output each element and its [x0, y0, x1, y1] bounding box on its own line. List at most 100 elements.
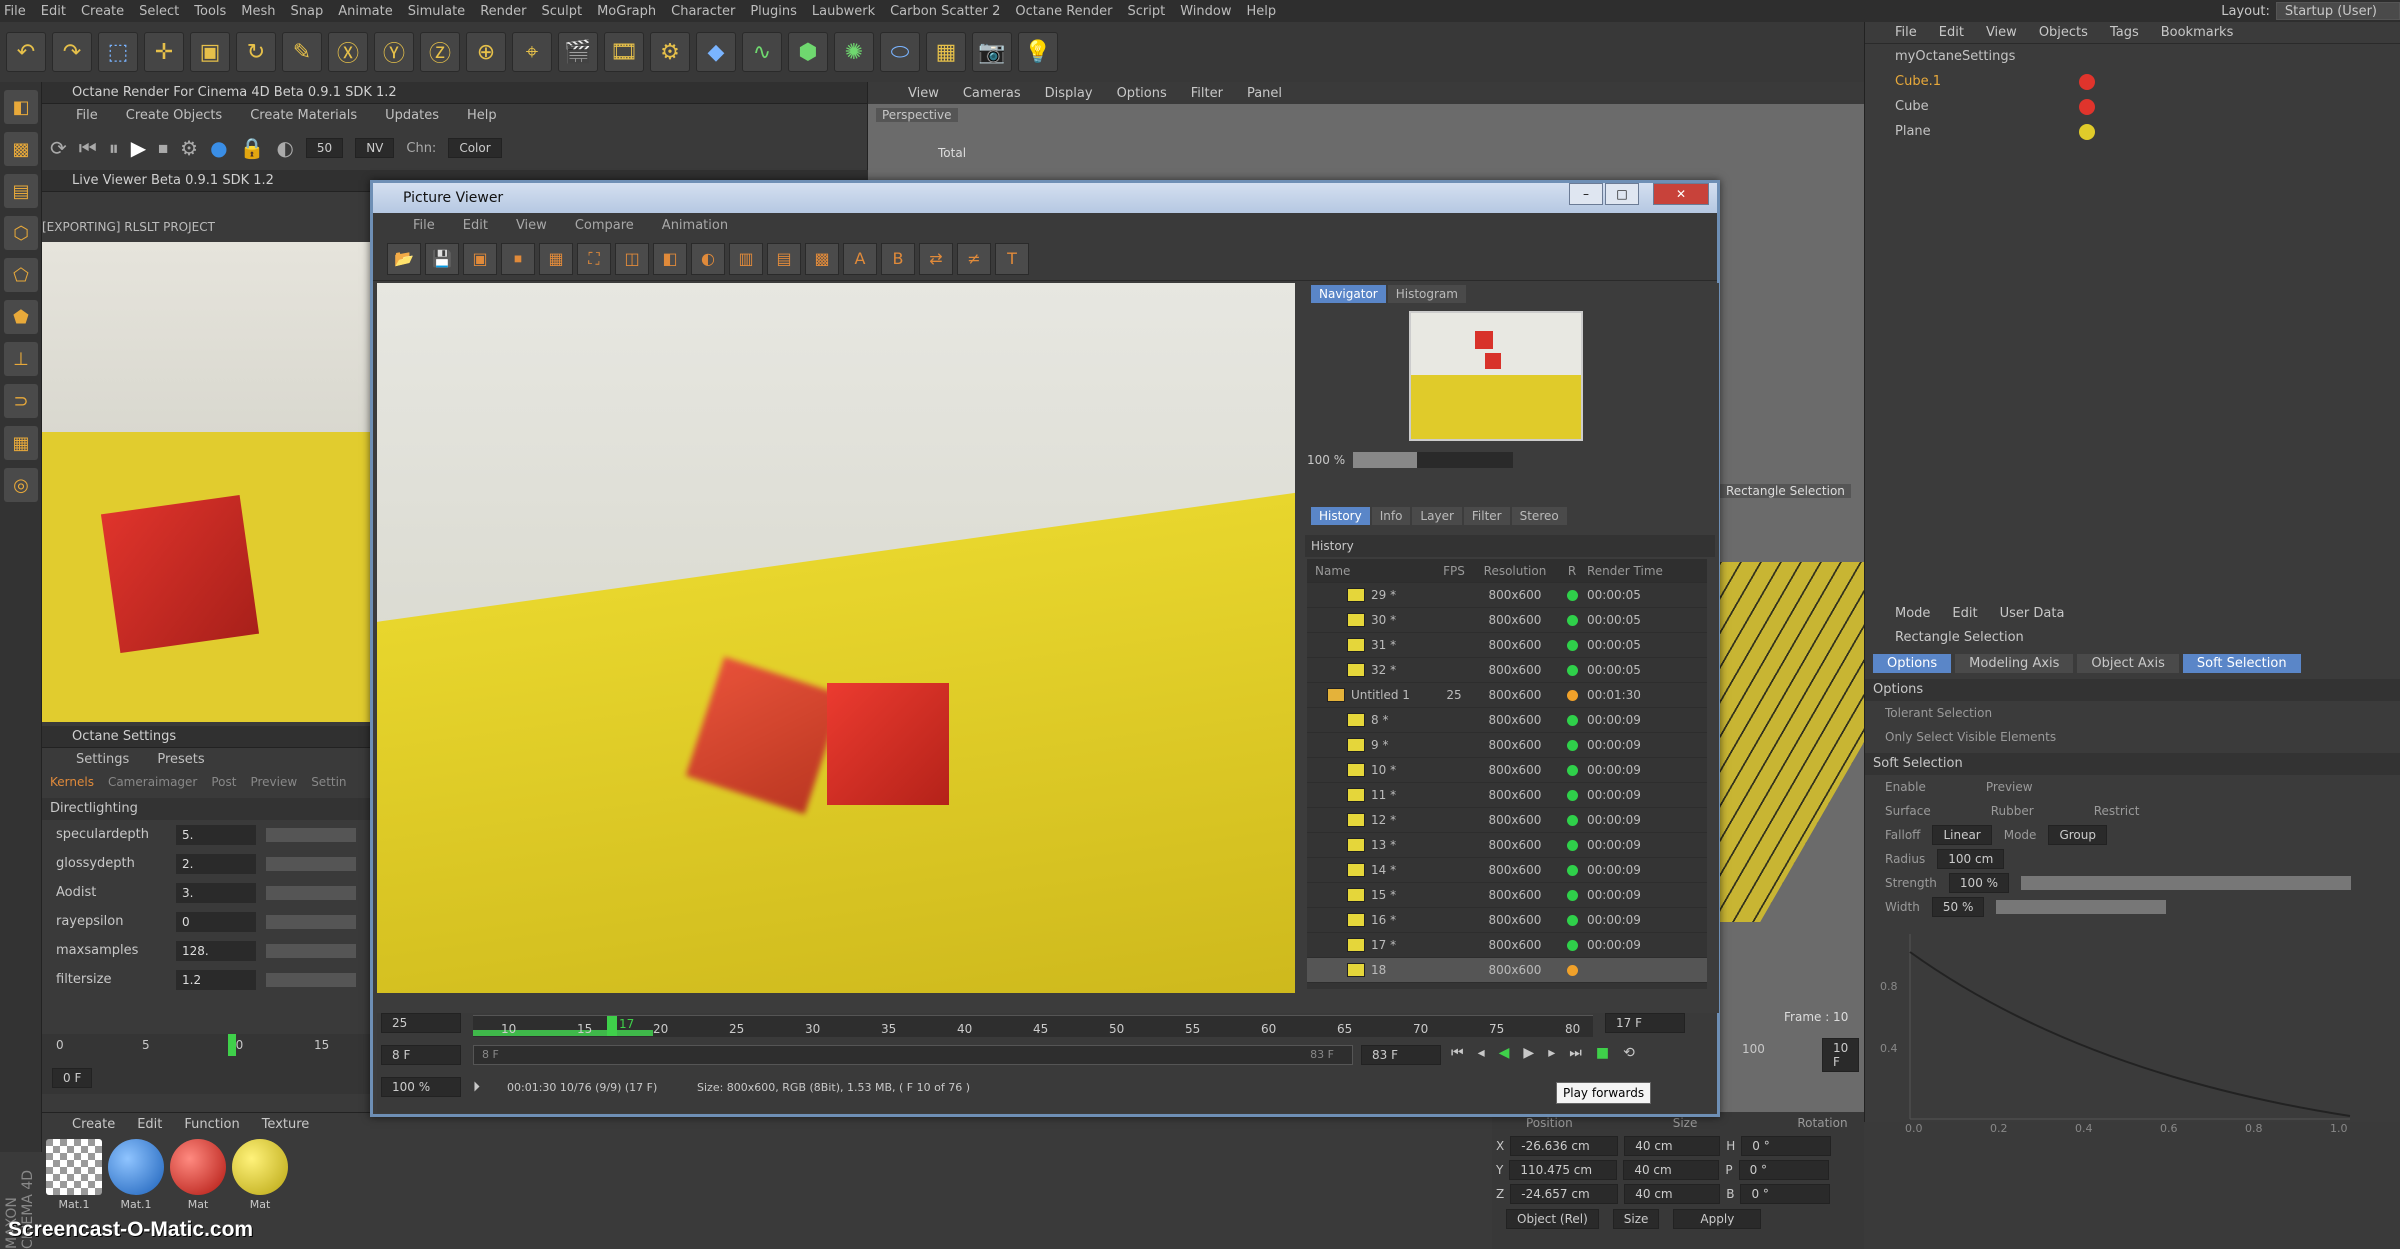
- pv-menu-animation[interactable]: Animation: [662, 218, 728, 233]
- clay-icon[interactable]: ◐: [276, 136, 293, 160]
- menu-character[interactable]: Character: [671, 4, 735, 19]
- minimize-icon[interactable]: –: [1569, 183, 1603, 205]
- tab-layer[interactable]: Layer: [1412, 507, 1462, 525]
- vp-menu-display[interactable]: Display: [1045, 86, 1093, 101]
- grid-icon[interactable]: ▩: [805, 242, 839, 275]
- undo-icon[interactable]: ↶: [6, 32, 46, 72]
- tab-filter[interactable]: Filter: [1463, 507, 1510, 525]
- settings-menu-presets[interactable]: Presets: [157, 752, 204, 767]
- tab-info[interactable]: Info: [1371, 507, 1411, 525]
- menu-tools[interactable]: Tools: [194, 4, 226, 19]
- sphere-icon[interactable]: ●: [210, 136, 227, 160]
- tab-history[interactable]: History: [1311, 507, 1370, 525]
- history-row[interactable]: 32 * 800x600 00:00:05: [1307, 658, 1707, 683]
- param-value[interactable]: 5.: [176, 824, 256, 845]
- material-item[interactable]: Mat.1: [46, 1139, 102, 1211]
- zoom-value[interactable]: 100 %: [1307, 453, 1345, 467]
- object-row-plane[interactable]: Plane: [1865, 119, 2400, 144]
- history-row[interactable]: 14 * 800x600 00:00:09: [1307, 858, 1707, 883]
- render-icon[interactable]: ▣: [463, 242, 497, 275]
- zoom-slider[interactable]: [1353, 452, 1514, 468]
- menu-laubwerk[interactable]: Laubwerk: [812, 4, 875, 19]
- mode-dropdown[interactable]: Group: [2048, 825, 2107, 845]
- menu-render[interactable]: Render: [480, 4, 526, 19]
- restrict-checkbox[interactable]: Restrict: [2094, 804, 2140, 818]
- world-axis-icon[interactable]: ⌖: [512, 32, 552, 72]
- vp-menu-filter[interactable]: Filter: [1191, 86, 1223, 101]
- points-mode-icon[interactable]: ⬡: [4, 216, 38, 250]
- workplane-icon[interactable]: ▤: [4, 174, 38, 208]
- play-forwards-icon[interactable]: ▶: [1523, 1045, 1534, 1061]
- om-menu-edit[interactable]: Edit: [1939, 25, 1964, 40]
- menu-carbon-scatter[interactable]: Carbon Scatter 2: [890, 4, 1000, 19]
- tab-post[interactable]: Post: [211, 775, 236, 789]
- timeline-ruler[interactable]: 10 15 20 25 30 35 40 45 50 55 60 65 70 7…: [473, 1015, 1593, 1037]
- layout-dropdown[interactable]: Startup (User): [2275, 2, 2400, 20]
- menu-edit[interactable]: Edit: [41, 4, 66, 19]
- menu-plugins[interactable]: Plugins: [750, 4, 797, 19]
- tab-histogram[interactable]: Histogram: [1387, 285, 1466, 303]
- falloff-dropdown[interactable]: Linear: [1932, 825, 1992, 845]
- swap-icon[interactable]: ⇄: [919, 242, 953, 275]
- grid-snap-icon[interactable]: ▦: [4, 426, 38, 460]
- param-value[interactable]: 1.2: [176, 969, 256, 990]
- history-row[interactable]: 12 * 800x600 00:00:09: [1307, 808, 1707, 833]
- lock-workplane-icon[interactable]: ◎: [4, 468, 38, 502]
- tab-navigator[interactable]: Navigator: [1311, 285, 1386, 303]
- strength-field[interactable]: 100 %: [1948, 873, 2010, 893]
- model-mode-icon[interactable]: ◧: [4, 90, 38, 124]
- history-row[interactable]: 18 800x600: [1307, 958, 1707, 983]
- pv-menu-file[interactable]: File: [413, 218, 435, 233]
- channel-icon[interactable]: ◧: [653, 242, 687, 275]
- timeline-playhead[interactable]: [228, 1034, 236, 1056]
- size-y-field[interactable]: 40 cm: [1623, 1160, 1720, 1180]
- record-icon[interactable]: ■: [1596, 1045, 1609, 1061]
- settings-gear-icon[interactable]: ⚙: [180, 136, 198, 160]
- pv-menu-compare[interactable]: Compare: [575, 218, 634, 233]
- axis-mode-icon[interactable]: ⊥: [4, 342, 38, 376]
- object-row-cube1[interactable]: Cube.1: [1865, 69, 2400, 94]
- mat-menu-texture[interactable]: Texture: [262, 1117, 310, 1132]
- edges-mode-icon[interactable]: ⬠: [4, 258, 38, 292]
- kernel-dropdown[interactable]: Directlighting: [42, 798, 371, 820]
- object-row-octane-settings[interactable]: myOctaneSettings: [1865, 44, 2400, 69]
- history-row[interactable]: 9 * 800x600 00:00:09: [1307, 733, 1707, 758]
- array-icon[interactable]: ✺: [834, 32, 874, 72]
- tab-kernels[interactable]: Kernels: [50, 775, 94, 789]
- rotation-p-field[interactable]: 0 °: [1738, 1160, 1829, 1180]
- attr-tab-modeling-axis[interactable]: Modeling Axis: [1955, 653, 2074, 673]
- om-menu-file[interactable]: File: [1895, 25, 1917, 40]
- param-value[interactable]: 2.: [176, 853, 256, 874]
- move-icon[interactable]: ✛: [144, 32, 184, 72]
- size-mode-dropdown[interactable]: Size: [1612, 1209, 1660, 1229]
- menu-snap[interactable]: Snap: [291, 4, 324, 19]
- close-icon[interactable]: ✕: [1653, 183, 1709, 205]
- history-list[interactable]: Name FPS Resolution R Render Time 29 * 80…: [1307, 559, 1707, 989]
- om-menu-tags[interactable]: Tags: [2110, 25, 2139, 40]
- octane-menu-create-objects[interactable]: Create Objects: [126, 108, 222, 123]
- octane-menu-updates[interactable]: Updates: [385, 108, 439, 123]
- nv-button[interactable]: NV: [355, 138, 395, 158]
- menu-help[interactable]: Help: [1246, 4, 1276, 19]
- mat-menu-function[interactable]: Function: [184, 1117, 239, 1132]
- size-x-field[interactable]: 40 cm: [1624, 1136, 1721, 1156]
- menu-animate[interactable]: Animate: [338, 4, 392, 19]
- diff-icon[interactable]: ≠: [957, 242, 991, 275]
- deformer-icon[interactable]: ⬭: [880, 32, 920, 72]
- fullscreen-icon[interactable]: ⛶: [577, 242, 611, 275]
- enable-checkbox[interactable]: Enable: [1885, 780, 1926, 794]
- live-selection-icon[interactable]: ⬚: [98, 32, 138, 72]
- position-y-field[interactable]: 110.475 cm: [1509, 1160, 1618, 1180]
- rotation-b-field[interactable]: 0 °: [1740, 1184, 1831, 1204]
- picture-viewer-titlebar[interactable]: Picture Viewer – □ ✕: [373, 183, 1717, 213]
- param-slider[interactable]: [266, 914, 356, 929]
- menu-simulate[interactable]: Simulate: [408, 4, 465, 19]
- menu-file[interactable]: File: [4, 4, 26, 19]
- param-slider[interactable]: [266, 885, 356, 900]
- polygons-mode-icon[interactable]: ⬟: [4, 300, 38, 334]
- step-forward-icon[interactable]: ▸: [1548, 1045, 1555, 1061]
- tab-preview[interactable]: Preview: [250, 775, 297, 789]
- material-tag-icon[interactable]: [2079, 73, 2095, 90]
- navigator-thumbnail[interactable]: [1409, 311, 1583, 441]
- lock-icon[interactable]: 🔒: [240, 136, 265, 160]
